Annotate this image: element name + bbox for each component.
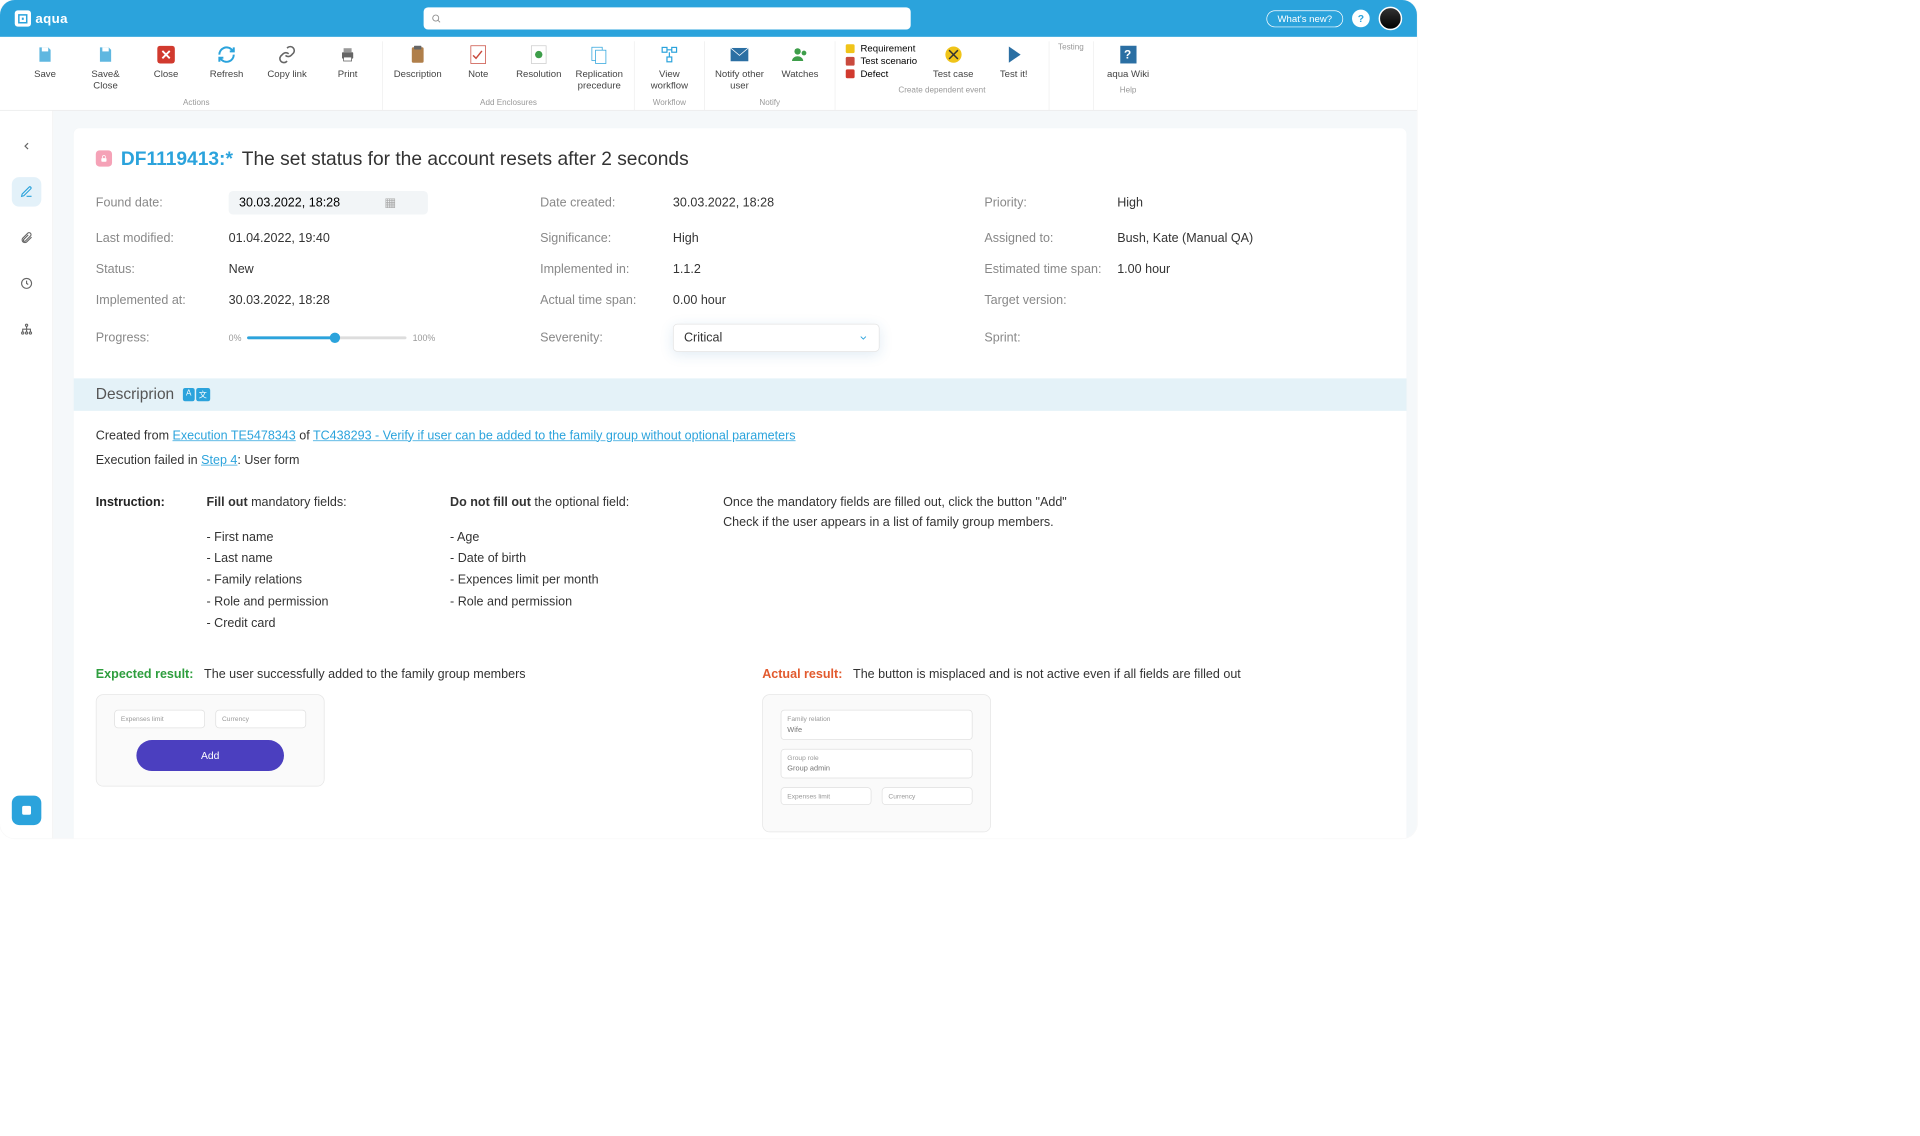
ribbon-group-label: Help: [1120, 84, 1137, 97]
copy-link-icon: [277, 45, 296, 64]
test-it-button[interactable]: Test it!: [985, 41, 1043, 84]
clipboard-icon: [409, 45, 427, 64]
dep-defect[interactable]: Defect: [846, 68, 917, 79]
note-button[interactable]: Note: [449, 41, 507, 96]
dep-requirement[interactable]: Requirement: [846, 43, 917, 54]
notify-other-button[interactable]: Notify other user: [711, 41, 769, 96]
edit-icon: [20, 185, 33, 198]
print-icon: [338, 45, 357, 64]
ribbon-group-label: Actions: [183, 96, 210, 109]
close-icon: [157, 46, 175, 64]
close-button[interactable]: Close: [137, 41, 195, 96]
dep-test-scenario[interactable]: Test scenario: [846, 55, 917, 66]
sidebar-attach[interactable]: [11, 223, 41, 253]
description-header: Descriprion A文: [74, 378, 1407, 410]
mail-icon: [730, 46, 749, 62]
resolution-icon: [531, 45, 547, 64]
defect-card: DF1119413:* The set status for the accou…: [74, 128, 1407, 838]
save-button[interactable]: Save: [16, 41, 74, 96]
svg-text:?: ?: [1124, 47, 1131, 61]
progress-slider[interactable]: 0% 100%: [229, 332, 436, 342]
resolution-button[interactable]: Resolution: [510, 41, 568, 96]
save-icon: [35, 45, 54, 64]
chevron-down-icon: [858, 332, 868, 342]
step-link[interactable]: Step 4: [201, 453, 237, 467]
watches-icon: [790, 45, 809, 64]
sidebar-edit[interactable]: [11, 177, 41, 207]
brand-text: aqua: [35, 11, 67, 26]
chevron-left-icon: [20, 140, 32, 152]
copy-link-button[interactable]: Copy link: [258, 41, 316, 96]
app-icon: [20, 804, 33, 817]
defect-title: The set status for the account resets af…: [242, 147, 689, 170]
search-input[interactable]: [424, 7, 911, 29]
sidebar-history[interactable]: [11, 268, 41, 298]
replication-button[interactable]: Replication precedure: [570, 41, 628, 96]
view-workflow-button[interactable]: View workflow: [641, 41, 699, 96]
watches-button[interactable]: Watches: [771, 41, 829, 96]
test-case-button[interactable]: Test case: [924, 41, 982, 84]
search-icon: [431, 13, 441, 23]
save-close-icon: [96, 45, 115, 64]
ribbon: Save Save& Close Close Refresh Copy link…: [0, 37, 1417, 110]
ribbon-group-label: Workflow: [653, 96, 686, 109]
ribbon-group-label: Create dependent event: [898, 84, 985, 97]
play-icon: [1006, 45, 1022, 64]
expected-mock: Expenses limit Currency Add: [96, 695, 325, 787]
refresh-icon: [217, 45, 236, 64]
top-bar: ⊡ aqua What's new? ?: [0, 0, 1417, 37]
attachment-icon: [20, 231, 33, 244]
lang-badge[interactable]: 文: [196, 388, 210, 401]
collapse-button[interactable]: [11, 131, 41, 161]
whats-new-button[interactable]: What's new?: [1266, 10, 1343, 27]
execution-link[interactable]: Execution TE5478343: [173, 428, 296, 442]
help-button[interactable]: ?: [1352, 10, 1370, 28]
test-case-icon: [944, 45, 963, 64]
logo-mark-icon: ⊡: [15, 10, 31, 26]
found-date-input[interactable]: 30.03.2022, 18:28▦: [229, 191, 428, 215]
mock-add-button: Add: [137, 740, 285, 771]
print-button[interactable]: Print: [319, 41, 377, 96]
hierarchy-icon: [20, 322, 33, 335]
logo[interactable]: ⊡ aqua: [15, 10, 68, 26]
ribbon-group-label: Testing: [1058, 41, 1084, 54]
save-close-button[interactable]: Save& Close: [77, 41, 135, 96]
ribbon-group-label: Add Enclosures: [480, 96, 537, 109]
defect-id[interactable]: DF1119413:*: [121, 147, 233, 170]
sidebar-home[interactable]: [11, 796, 41, 826]
sidebar: [0, 110, 53, 838]
testcase-link[interactable]: TC438293 - Verify if user can be added t…: [313, 428, 796, 442]
workflow-icon: [660, 45, 679, 64]
refresh-button[interactable]: Refresh: [198, 41, 256, 96]
description-button[interactable]: Description: [389, 41, 447, 96]
lock-icon: [96, 151, 112, 167]
replication-icon: [590, 45, 609, 64]
sidebar-hierarchy[interactable]: [11, 314, 41, 344]
actual-mock: Family relationWife Group roleGroup admi…: [762, 695, 991, 833]
avatar[interactable]: [1379, 7, 1403, 31]
wiki-button[interactable]: ?aqua Wiki: [1099, 41, 1157, 84]
lang-badge[interactable]: A: [183, 388, 194, 401]
clock-icon: [20, 276, 33, 289]
note-icon: [470, 45, 486, 64]
calendar-icon: ▦: [385, 195, 397, 210]
wiki-icon: ?: [1119, 45, 1137, 64]
ribbon-group-label: Notify: [759, 96, 780, 109]
severity-select[interactable]: Critical: [673, 324, 880, 352]
